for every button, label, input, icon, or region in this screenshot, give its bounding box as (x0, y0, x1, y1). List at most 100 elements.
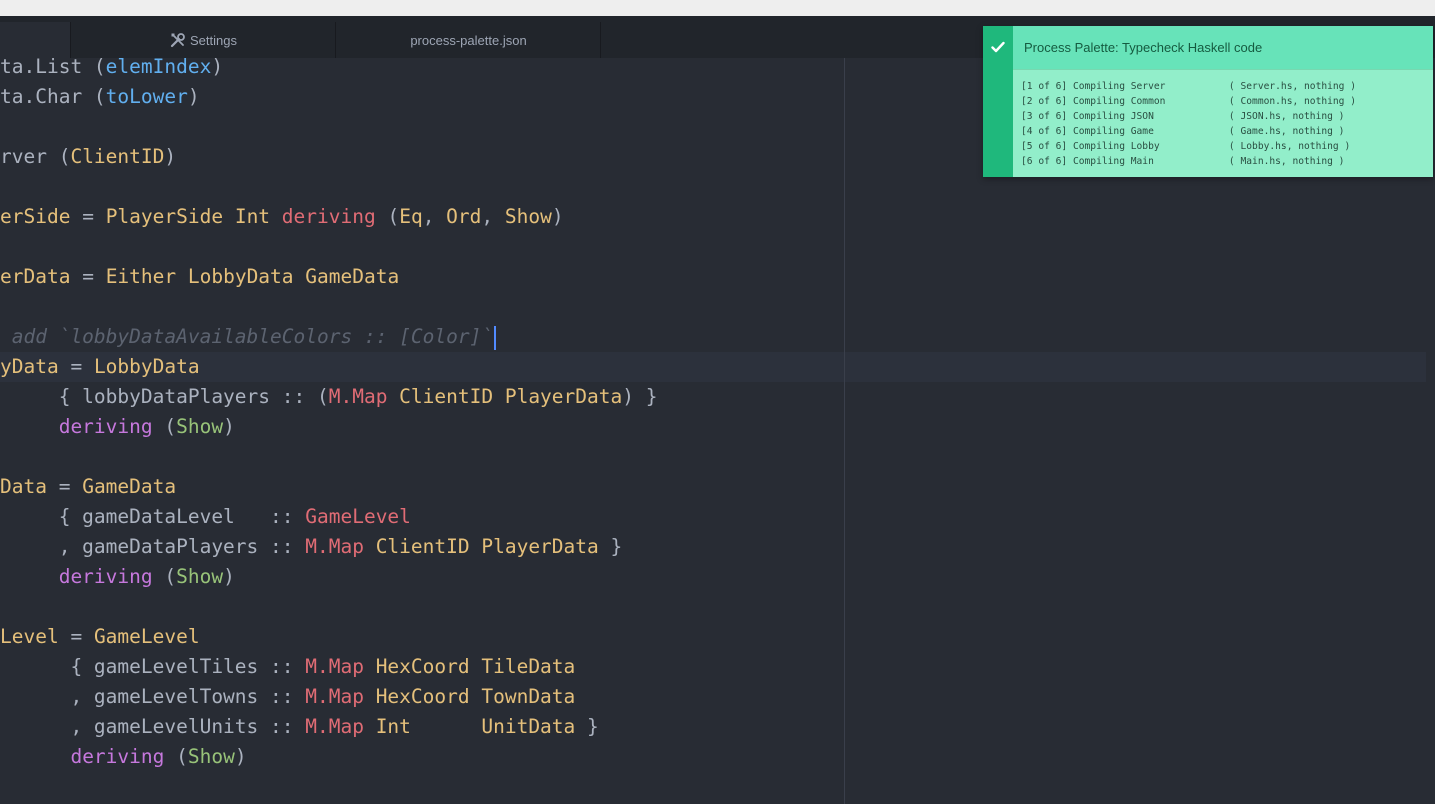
code-token: Show (187, 745, 235, 768)
code-token: , gameLevelUnits :: (0, 715, 306, 738)
notification-detail: [1 of 6] Compiling Server ( Server.hs, n… (1021, 81, 1357, 167)
code-token: ) (164, 145, 177, 168)
code-token: ) (223, 415, 235, 438)
notification-title: Process Palette: Typecheck Haskell code (1013, 26, 1433, 70)
code-token: ( (152, 565, 177, 588)
code-token: = (58, 625, 94, 648)
code-token: ( (58, 145, 71, 168)
code-line: erData = Either LobbyData GameData (0, 262, 399, 292)
code-token: PlayerSide Int (105, 205, 282, 228)
code-token: } (575, 715, 599, 738)
code-token: Level (0, 625, 59, 648)
tab-label: process-palette.json (410, 32, 527, 48)
code-line: ta.Char (toLower) (0, 82, 200, 112)
code-line: erSide = PlayerSide Int deriving (Eq, Or… (0, 202, 564, 232)
code-line: Level = GameLevel (0, 622, 200, 652)
code-token: Ord (446, 205, 482, 228)
wrap-guide (844, 58, 845, 804)
code-line: { gameDataLevel :: GameLevel (0, 502, 411, 532)
code-token: ta.Char (0, 85, 94, 108)
code-token: ) (551, 205, 564, 228)
code-token: ta.List (0, 55, 94, 78)
code-token: GameLevel (305, 505, 411, 528)
code-token: LobbyData (93, 355, 200, 378)
code-token: deriving (70, 745, 165, 768)
tab-label: Settings (190, 32, 237, 48)
code-token: ( (164, 745, 188, 768)
code-line: , gameLevelTowns :: M.Map HexCoord TownD… (0, 682, 575, 712)
code-token: , gameLevelTowns :: (0, 685, 306, 708)
code-token: rver (0, 145, 59, 168)
code-token: = (70, 205, 106, 228)
code-line: deriving (Show) (0, 742, 247, 772)
code-token: ) (223, 565, 235, 588)
code-token: { lobbyDataPlayers :: ( (0, 385, 329, 408)
code-token: Eq (399, 205, 423, 228)
code-line: deriving (Show) (0, 412, 235, 442)
code-token: Int UnitData (363, 715, 576, 738)
tab-process-palette-json[interactable]: process-palette.json (337, 22, 601, 58)
code-line: rver (ClientID) (0, 142, 176, 172)
code-line: Data = GameData (0, 472, 176, 502)
code-token: deriving (58, 565, 153, 588)
code-token: M.Map (305, 535, 364, 558)
code-token: ) (211, 55, 224, 78)
code-token: = (46, 475, 83, 498)
code-token: toLower (105, 85, 188, 108)
code-token: Show (176, 565, 224, 588)
code-line: , gameLevelUnits :: M.Map Int UnitData } (0, 712, 599, 742)
code-token: M.Map (305, 685, 364, 708)
code-token: ( (152, 415, 177, 438)
code-token: } (598, 535, 623, 558)
tools-icon (170, 32, 186, 48)
title-strip (0, 0, 1435, 16)
code-line: , gameDataPlayers :: M.Map ClientID Play… (0, 532, 623, 562)
check-icon (991, 40, 1005, 177)
notification-body: Process Palette: Typecheck Haskell code … (1013, 26, 1433, 177)
notification[interactable]: Process Palette: Typecheck Haskell code … (983, 26, 1433, 177)
code-token: ( (93, 55, 106, 78)
code-line: add `lobbyDataAvailableColors :: [Color]… (0, 322, 497, 352)
notification-icon-column (983, 26, 1013, 177)
code-token: M.Map (305, 715, 364, 738)
code-line: { lobbyDataPlayers :: (M.Map ClientID Pl… (0, 382, 658, 412)
code-token: ClientID PlayerData (363, 535, 599, 558)
code-token: Show (504, 205, 552, 228)
code-token: deriving (281, 205, 376, 228)
code-token: add `lobbyDataAvailableColors :: [Color]… (0, 325, 494, 348)
code-token: ) (187, 85, 200, 108)
code-token: , (481, 205, 505, 228)
code-token: GameData (82, 475, 177, 498)
code-token: { gameDataLevel :: (0, 505, 306, 528)
text-cursor (494, 325, 497, 350)
code-token: ClientID (70, 145, 165, 168)
code-token: Data (0, 475, 47, 498)
code-token: HexCoord TownData (363, 685, 576, 708)
code-token: ( (93, 85, 106, 108)
code-token: yData (0, 355, 59, 378)
code-token: ( (375, 205, 400, 228)
code-token: erData (0, 265, 71, 288)
code-line: yData = LobbyData (0, 352, 200, 382)
code-line: { gameLevelTiles :: M.Map HexCoord TileD… (0, 652, 575, 682)
code-line: deriving (Show) (0, 562, 235, 592)
code-token: { gameLevelTiles :: (0, 655, 306, 678)
code-token: ClientID PlayerData (387, 385, 623, 408)
code-token: M.Map (328, 385, 388, 408)
code-token: elemIndex (105, 55, 212, 78)
code-token: ) } (622, 385, 658, 408)
cursor-line-highlight (0, 352, 1426, 382)
code-token: HexCoord TileData (363, 655, 576, 678)
code-token: GameLevel (93, 625, 200, 648)
code-token: erSide (0, 205, 71, 228)
code-token: M.Map (305, 655, 364, 678)
code-token: Show (176, 415, 224, 438)
code-line: ta.List (elemIndex) (0, 52, 223, 82)
code-token: ) (234, 745, 247, 768)
code-token: , gameDataPlayers :: (0, 535, 306, 558)
code-token: , (422, 205, 447, 228)
code-token: = (70, 265, 106, 288)
